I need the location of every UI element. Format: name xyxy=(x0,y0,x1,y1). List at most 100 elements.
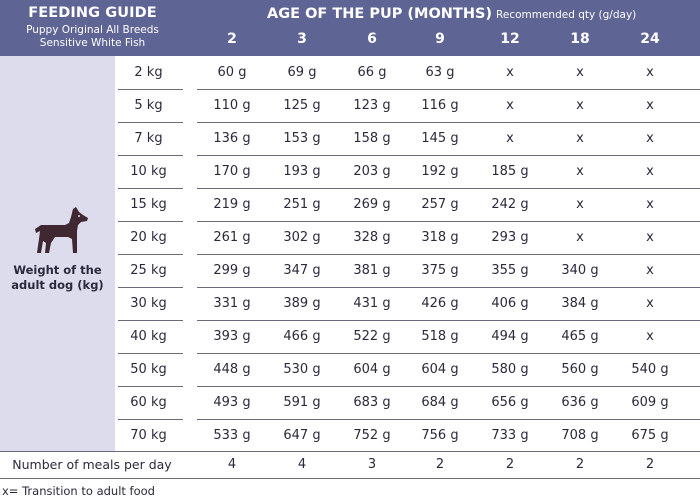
quantity-cell: 116 g xyxy=(421,98,459,113)
weight-axis-label-line1: Weight of the xyxy=(13,263,102,277)
quantity-cell: 269 g xyxy=(353,197,391,212)
quantity-cell: 647 g xyxy=(283,428,321,443)
quantity-cell: 123 g xyxy=(353,98,391,113)
table-row: 40 kg 393 g 466 g 522 g 518 g 494 g 465 g x xyxy=(115,320,700,354)
quantity-cell: 251 g xyxy=(283,197,321,212)
quantity-cell: 192 g xyxy=(421,164,459,179)
table-row: 60 kg 493 g 591 g 683 g 684 g 656 g 636 g 609 g xyxy=(115,386,700,420)
quantity-cell: x xyxy=(646,230,654,245)
age-heading-title: AGE OF THE PUP (MONTHS) xyxy=(267,6,493,22)
quantity-cell: 431 g xyxy=(353,296,391,311)
meals-cell: 4 xyxy=(297,457,307,472)
quantity-cell: 756 g xyxy=(421,428,459,443)
weight-cell: 10 kg xyxy=(130,164,167,179)
table-row: 7 kg 136 g 153 g 158 g 145 g x x x xyxy=(115,122,700,156)
quantity-cell: 158 g xyxy=(353,131,391,146)
quantity-cell: x xyxy=(576,98,584,113)
weight-cell: 30 kg xyxy=(130,296,167,311)
quantity-cell: 708 g xyxy=(561,428,599,443)
quantity-cell: 466 g xyxy=(283,329,321,344)
age-column-header: 12 xyxy=(500,31,520,47)
quantity-cell: 384 g xyxy=(561,296,599,311)
quantity-cell: 60 g xyxy=(217,65,247,80)
quantity-cell: 494 g xyxy=(491,329,529,344)
age-heading: AGE OF THE PUP (MONTHS) Recommended qty (… xyxy=(267,6,636,22)
meals-cell: 4 xyxy=(227,457,237,472)
age-heading-subtitle: Recommended qty (g/day) xyxy=(496,9,637,21)
age-column-header: 3 xyxy=(297,31,307,47)
quantity-cell: x xyxy=(576,131,584,146)
quantity-cell: 66 g xyxy=(357,65,387,80)
weight-cell: 15 kg xyxy=(130,197,167,212)
quantity-cell: x xyxy=(576,197,584,212)
quantity-cell: 533 g xyxy=(213,428,251,443)
quantity-cell: 448 g xyxy=(213,362,251,377)
quantity-cell: x xyxy=(646,164,654,179)
table-header: FEEDING GUIDE Puppy Original All Breeds … xyxy=(0,0,700,56)
table-row: 5 kg 110 g 125 g 123 g 116 g x x x xyxy=(115,89,700,123)
meals-cell: 2 xyxy=(435,457,445,472)
quantity-cell: 389 g xyxy=(283,296,321,311)
quantity-cell: 518 g xyxy=(421,329,459,344)
quantity-cell: x xyxy=(576,65,584,80)
quantity-cell: 636 g xyxy=(561,395,599,410)
table-row: 20 kg 261 g 302 g 328 g 318 g 293 g x x xyxy=(115,221,700,255)
weight-cell: 25 kg xyxy=(130,263,167,278)
quantity-cell: x xyxy=(646,65,654,80)
quantity-cell: 145 g xyxy=(421,131,459,146)
quantity-cell: 426 g xyxy=(421,296,459,311)
quantity-cell: x xyxy=(506,65,514,80)
quantity-cell: 153 g xyxy=(283,131,321,146)
weight-axis-label-line2: adult dog (kg) xyxy=(11,278,104,292)
quantity-cell: 299 g xyxy=(213,263,251,278)
table-row: 2 kg 60 g 69 g 66 g 63 g x x x xyxy=(115,56,700,90)
weight-cell: 7 kg xyxy=(134,131,163,146)
age-column-header: 6 xyxy=(367,31,377,47)
quantity-cell: 604 g xyxy=(353,362,391,377)
quantity-cell: 684 g xyxy=(421,395,459,410)
quantity-cell: 203 g xyxy=(353,164,391,179)
quantity-cell: 125 g xyxy=(283,98,321,113)
quantity-cell: 219 g xyxy=(213,197,251,212)
quantity-cell: 331 g xyxy=(213,296,251,311)
quantity-cell: 591 g xyxy=(283,395,321,410)
quantity-cell: x xyxy=(646,131,654,146)
quantity-cell: 63 g xyxy=(425,65,455,80)
quantity-cell: 465 g xyxy=(561,329,599,344)
quantity-cell: 393 g xyxy=(213,329,251,344)
quantity-cell: x xyxy=(576,164,584,179)
meals-cell: 2 xyxy=(645,457,655,472)
quantity-cell: 752 g xyxy=(353,428,391,443)
quantity-cell: 242 g xyxy=(491,197,529,212)
product-name-line2: Sensitive White Fish xyxy=(39,37,146,49)
quantity-cell: x xyxy=(506,98,514,113)
quantity-cell: 560 g xyxy=(561,362,599,377)
quantity-cell: 683 g xyxy=(353,395,391,410)
meals-per-day-label: Number of meals per day xyxy=(12,457,172,472)
weight-cell: 70 kg xyxy=(130,428,167,443)
quantity-cell: 530 g xyxy=(283,362,321,377)
age-column-header: 24 xyxy=(640,31,660,47)
meals-cell: 2 xyxy=(505,457,515,472)
weight-cell: 5 kg xyxy=(134,98,163,113)
quantity-cell: 609 g xyxy=(631,395,669,410)
weight-cell: 40 kg xyxy=(130,329,167,344)
quantity-cell: 185 g xyxy=(491,164,529,179)
quantity-cell: 293 g xyxy=(491,230,529,245)
quantity-cell: 406 g xyxy=(491,296,529,311)
meals-per-day-row: Number of meals per day 4 4 3 2 2 2 2 xyxy=(0,451,700,479)
weight-cell: 60 kg xyxy=(130,395,167,410)
guide-title: FEEDING GUIDE xyxy=(28,5,157,21)
table-row: 25 kg 299 g 347 g 381 g 375 g 355 g 340 g x xyxy=(115,254,700,288)
quantity-cell: 257 g xyxy=(421,197,459,212)
table-row: 15 kg 219 g 251 g 269 g 257 g 242 g x x xyxy=(115,188,700,222)
quantity-cell: x xyxy=(646,263,654,278)
age-column-header: 2 xyxy=(227,31,237,47)
quantity-cell: 193 g xyxy=(283,164,321,179)
table-row: 50 kg 448 g 530 g 604 g 604 g 580 g 560 g 540 g xyxy=(115,353,700,387)
product-name-line1: Puppy Original All Breeds xyxy=(26,24,159,36)
dog-icon xyxy=(35,207,88,253)
quantity-cell: x xyxy=(646,197,654,212)
quantity-cell: 355 g xyxy=(491,263,529,278)
weight-cell: 20 kg xyxy=(130,230,167,245)
